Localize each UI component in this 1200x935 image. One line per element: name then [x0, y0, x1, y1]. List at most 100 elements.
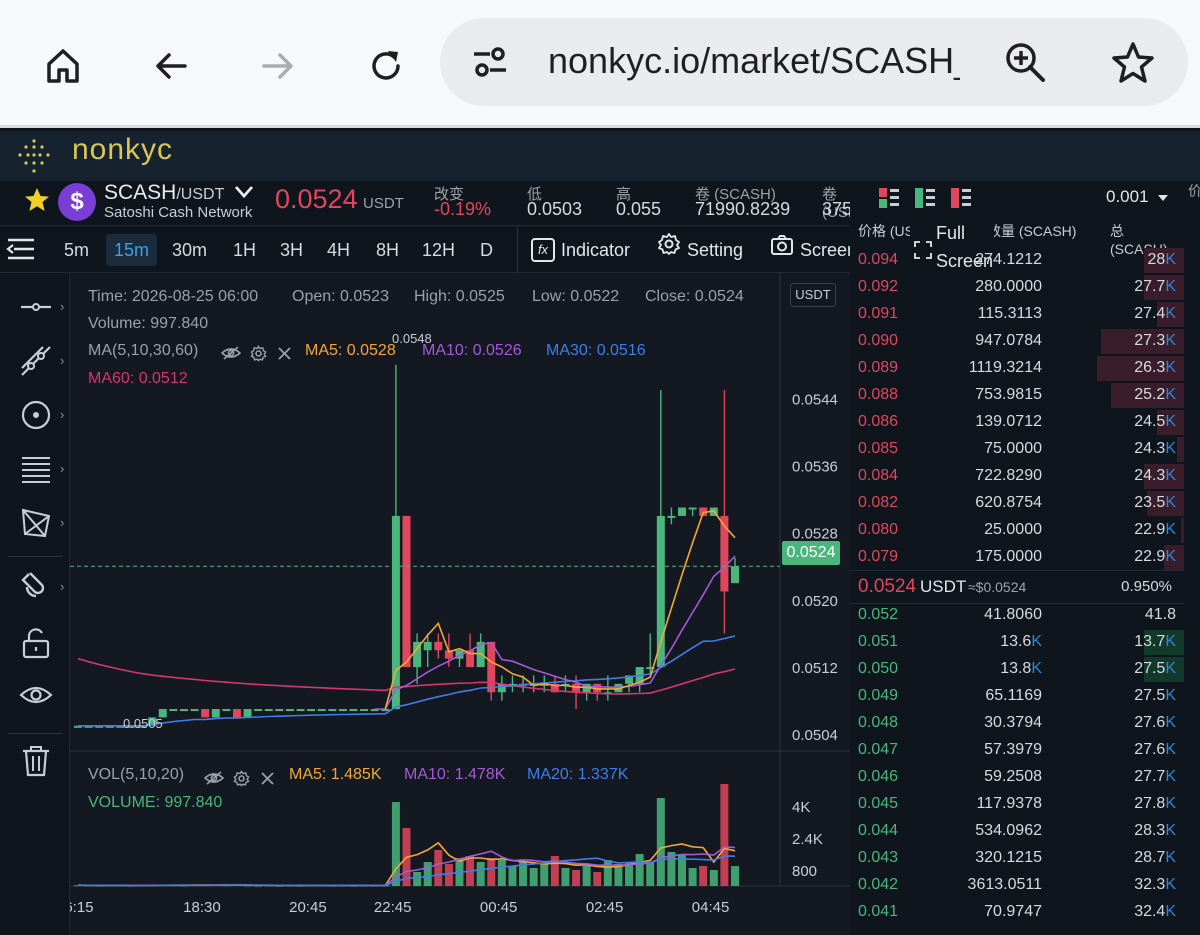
- forward-arrow-icon[interactable]: [248, 36, 308, 96]
- bid-row[interactable]: 0.052 41.8060 41.8: [850, 602, 1184, 629]
- horizontal-line-tool-icon[interactable]: [14, 285, 58, 329]
- ask-row[interactable]: 0.094 274.1212 28K: [850, 247, 1184, 274]
- ask-total: 25.2K: [1134, 386, 1176, 404]
- logo-dots-icon[interactable]: [14, 137, 54, 182]
- bid-amount: 13.6K: [1000, 633, 1042, 651]
- ask-total-value: 27.4: [1134, 305, 1166, 322]
- timeframe-d[interactable]: D: [472, 234, 501, 266]
- chevron-down-icon[interactable]: [234, 181, 254, 205]
- price-tick-label: 0.0544: [792, 391, 838, 408]
- bid-row[interactable]: 0.048 30.3794 27.6K: [850, 710, 1184, 737]
- ask-row[interactable]: 0.089 1119.3214 26.3K: [850, 355, 1184, 382]
- market-symbol[interactable]: SCASH/USDT: [104, 181, 254, 205]
- trash-icon[interactable]: [14, 739, 58, 783]
- unlock-icon[interactable]: [14, 621, 58, 665]
- timeframe-8h[interactable]: 8H: [368, 234, 407, 266]
- ask-row[interactable]: 0.091 115.3113 27.4K: [850, 301, 1184, 328]
- zoom-in-icon[interactable]: [1003, 40, 1047, 89]
- bid-row[interactable]: 0.049 65.1169 27.5K: [850, 683, 1184, 710]
- timeframe-12h[interactable]: 12H: [414, 234, 463, 266]
- circle-tool-icon[interactable]: [14, 393, 58, 437]
- ask-row[interactable]: 0.086 139.0712 24.5K: [850, 409, 1184, 436]
- info-volume: Volume: 997.840: [88, 315, 209, 332]
- screenshot-button[interactable]: Screenshot: [770, 232, 850, 268]
- bid-row[interactable]: 0.046 59.2508 27.7K: [850, 764, 1184, 791]
- site-logo[interactable]: nonkyc: [72, 133, 173, 167]
- precision-select[interactable]: 0.001: [1106, 187, 1169, 207]
- bid-total: 27.8K: [1134, 795, 1176, 813]
- book-view-asks-icon[interactable]: [950, 187, 972, 214]
- timeframe-30m[interactable]: 30m: [164, 234, 215, 266]
- star-bookmark-icon[interactable]: [1110, 40, 1156, 91]
- bid-price: 0.045: [858, 795, 899, 812]
- chevron-right-icon[interactable]: ›: [60, 407, 64, 422]
- site-settings-icon[interactable]: [470, 44, 510, 85]
- back-arrow-icon[interactable]: [141, 36, 201, 96]
- ask-row[interactable]: 0.092 280.0000 27.7K: [850, 274, 1184, 301]
- home-icon[interactable]: [33, 36, 93, 96]
- bid-row[interactable]: 0.044 534.0962 28.3K: [850, 818, 1184, 845]
- volume-bar-up: [688, 868, 697, 886]
- timeframe-5m[interactable]: 5m: [56, 234, 97, 266]
- timeframe-3h[interactable]: 3H: [272, 234, 311, 266]
- volume-bar-down: [434, 850, 443, 886]
- bid-row[interactable]: 0.041 70.9747 32.4K: [850, 899, 1184, 926]
- setting-button[interactable]: Setting: [657, 232, 743, 268]
- fibonacci-tool-icon[interactable]: [14, 447, 58, 491]
- chevron-right-icon[interactable]: ›: [60, 461, 64, 476]
- volume-bar-down: [593, 872, 602, 886]
- bid-row[interactable]: 0.047 57.3979 27.6K: [850, 737, 1184, 764]
- ask-amount-value: 274.1212: [975, 251, 1042, 268]
- reload-icon[interactable]: [356, 36, 416, 96]
- chevron-right-icon[interactable]: ›: [60, 299, 64, 314]
- bid-amount-k: K: [1031, 660, 1042, 677]
- ask-row[interactable]: 0.084 722.8290 24.3K: [850, 463, 1184, 490]
- change-value: -0.19%: [434, 199, 492, 219]
- ma30-value: MA30: 0.0516: [546, 342, 646, 359]
- bid-row[interactable]: 0.051 13.6K 13.7K: [850, 629, 1184, 656]
- url-text[interactable]: nonkyc.io/market/SCASH_USDT: [548, 40, 960, 82]
- ask-total: 23.5K: [1134, 494, 1176, 512]
- timeframe-15m[interactable]: 15m: [106, 234, 158, 266]
- candlestick-chart[interactable]: 0.0544 0.0536 0.0528 0.0520 0.0512 0.0504 4K 2.…: [70, 273, 850, 935]
- bid-row[interactable]: 0.043 320.1215 28.7K: [850, 845, 1184, 872]
- chevron-right-icon[interactable]: ›: [60, 353, 64, 368]
- ask-row[interactable]: 0.080 25.0000 22.9K: [850, 517, 1184, 544]
- menu-toggle-icon[interactable]: [6, 236, 36, 267]
- bid-row[interactable]: 0.050 13.8K 27.5K: [850, 656, 1184, 683]
- bid-total-value: 27.8: [1134, 795, 1166, 812]
- candle-up: [338, 709, 347, 712]
- bid-amount: 70.9747: [984, 903, 1042, 921]
- max-price-label: 0.0548: [392, 331, 432, 346]
- ask-row[interactable]: 0.090 947.0784 27.3K: [850, 328, 1184, 355]
- candle-up: [667, 515, 676, 518]
- address-bar[interactable]: nonkyc.io/market/SCASH_USDT: [440, 18, 1188, 106]
- bid-row[interactable]: 0.045 117.9378 27.8K: [850, 791, 1184, 818]
- volume-bar-up: [476, 862, 485, 886]
- chevron-right-icon[interactable]: ›: [60, 515, 64, 530]
- ask-row[interactable]: 0.088 753.9815 25.2K: [850, 382, 1184, 409]
- ask-row[interactable]: 0.082 620.8754 23.5K: [850, 490, 1184, 517]
- book-view-both-icon[interactable]: [878, 187, 900, 214]
- candle-up: [731, 566, 739, 584]
- candle-up: [678, 507, 687, 516]
- indicator-button[interactable]: fx Indicator: [531, 232, 630, 268]
- ask-total-value: 27.3: [1134, 332, 1166, 349]
- ask-row[interactable]: 0.079 175.0000 22.9K: [850, 544, 1184, 571]
- chevron-right-icon[interactable]: ›: [60, 579, 64, 594]
- candle-down: [487, 641, 496, 693]
- screenshot-label: Screenshot: [800, 240, 850, 260]
- magnet-tool-icon[interactable]: [14, 565, 58, 609]
- eye-icon[interactable]: [14, 673, 58, 717]
- bid-total: 27.5K: [1134, 687, 1176, 705]
- bid-total-k: K: [1165, 822, 1176, 839]
- ask-total-k: K: [1165, 251, 1176, 268]
- ask-row[interactable]: 0.085 75.0000 24.3K: [850, 436, 1184, 463]
- bid-row[interactable]: 0.042 3613.0511 32.3K: [850, 872, 1184, 899]
- book-view-bids-icon[interactable]: [914, 187, 936, 214]
- pattern-tool-icon[interactable]: [14, 501, 58, 545]
- timeframe-1h[interactable]: 1H: [225, 234, 264, 266]
- trend-line-tool-icon[interactable]: [14, 339, 58, 383]
- timeframe-4h[interactable]: 4H: [319, 234, 358, 266]
- favorite-star-icon[interactable]: [24, 187, 50, 218]
